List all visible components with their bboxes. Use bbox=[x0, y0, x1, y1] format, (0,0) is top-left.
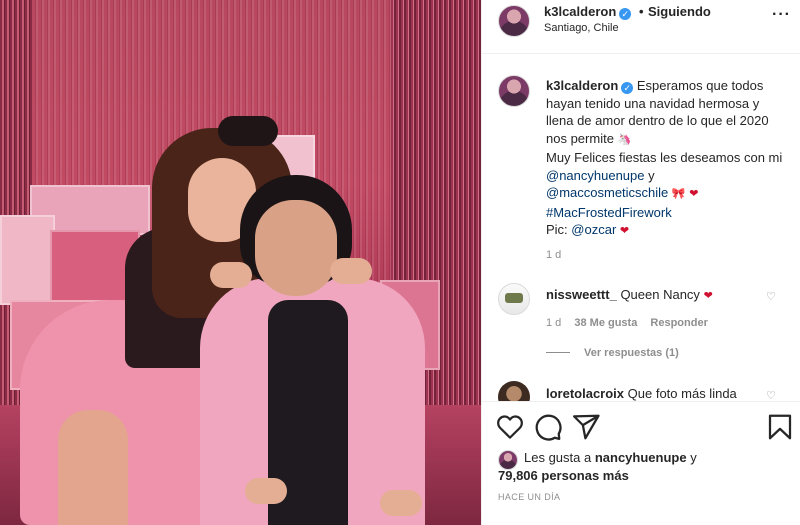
avatar[interactable] bbox=[498, 75, 530, 107]
share-icon[interactable] bbox=[571, 412, 601, 442]
comment-username[interactable]: loretolacroix bbox=[546, 386, 624, 401]
author-username[interactable]: k3lcalderon ✓ bbox=[544, 4, 632, 20]
avatar[interactable] bbox=[498, 283, 530, 315]
heart-emoji-icon: ❤ bbox=[703, 290, 713, 302]
post-date[interactable]: HACE UN DÍA bbox=[498, 492, 560, 502]
caption-username[interactable]: k3lcalderon bbox=[546, 78, 618, 93]
comments-section[interactable]: k3lcalderon ✓ Esperamos que todos hayan t… bbox=[482, 55, 800, 401]
comment-icon[interactable] bbox=[533, 412, 563, 442]
post-sidebar: k3lcalderon ✓ • Siguiendo Santiago, Chile… bbox=[481, 0, 800, 525]
comment-likes[interactable]: 38 Me gusta bbox=[574, 317, 637, 329]
avatar[interactable] bbox=[498, 381, 530, 401]
mention-link[interactable]: @maccosmeticschile bbox=[546, 185, 668, 200]
heart-icon[interactable]: ♡ bbox=[766, 389, 776, 401]
avatar[interactable] bbox=[498, 450, 518, 470]
verified-badge-icon: ✓ bbox=[621, 82, 634, 94]
location-link[interactable]: Santiago, Chile bbox=[544, 22, 619, 34]
caption-text: Muy Felices fiestas les deseamos con mi bbox=[546, 150, 783, 165]
hair-bow bbox=[218, 116, 278, 146]
ribbon-emoji-icon: 🎀 bbox=[671, 188, 686, 200]
action-bar: Les gusta a nancyhuenupe y 79,806 person… bbox=[482, 401, 800, 525]
caption-time[interactable]: 1 d bbox=[546, 249, 561, 261]
unicorn-emoji-icon: 🦄 bbox=[617, 133, 632, 146]
bookmark-icon[interactable] bbox=[765, 412, 795, 442]
more-options-icon[interactable]: ··· bbox=[772, 6, 791, 24]
liker-username[interactable]: nancyhuenupe bbox=[595, 450, 687, 465]
reply-button[interactable]: Responder bbox=[650, 317, 707, 329]
likes-summary: Les gusta a nancyhuenupe y bbox=[524, 450, 697, 465]
hand bbox=[330, 258, 372, 284]
mention-link[interactable]: @nancyhuenupe bbox=[546, 168, 645, 183]
comment-meta: 1 d 38 Me gusta Responder bbox=[546, 317, 718, 329]
comment: loretolacroix Que foto más linda bbox=[546, 386, 737, 401]
verified-badge-icon: ✓ bbox=[619, 8, 632, 20]
username-text[interactable]: k3lcalderon bbox=[544, 4, 616, 19]
heart-icon[interactable]: ♡ bbox=[766, 290, 776, 303]
heart-emoji-icon: ❤ bbox=[619, 225, 630, 237]
likes-count[interactable]: 79,806 personas más bbox=[498, 468, 629, 483]
comment-text: Queen Nancy bbox=[620, 287, 700, 302]
likes-conj: y bbox=[690, 450, 697, 465]
view-replies-button[interactable]: Ver respuestas (1) bbox=[546, 347, 679, 359]
likes-count-text[interactable]: 79,806 personas más bbox=[498, 468, 629, 483]
gift-box bbox=[0, 215, 55, 305]
comment-time[interactable]: 1 d bbox=[546, 317, 561, 329]
comment-text: Que foto más linda bbox=[627, 386, 737, 401]
heart-emoji-icon: ❤ bbox=[689, 188, 699, 200]
hashtag-link[interactable]: #MacFrostedFirework bbox=[546, 205, 672, 220]
separator: • bbox=[639, 4, 644, 19]
face bbox=[255, 200, 337, 296]
caption: k3lcalderon ✓ Esperamos que todos hayan t… bbox=[546, 77, 786, 241]
hand bbox=[245, 478, 287, 504]
hand bbox=[210, 262, 252, 288]
hand bbox=[380, 490, 422, 516]
comment-username[interactable]: nissweettt_ bbox=[546, 287, 617, 302]
comment: nissweettt_ Queen Nancy ❤ bbox=[546, 287, 713, 302]
leg bbox=[58, 410, 128, 525]
post-header: k3lcalderon ✓ • Siguiendo Santiago, Chile… bbox=[482, 0, 800, 54]
likes-prefix: Les gusta a bbox=[524, 450, 592, 465]
heart-icon[interactable] bbox=[495, 412, 525, 442]
pic-label: Pic: bbox=[546, 222, 568, 237]
conjunction: y bbox=[648, 167, 655, 183]
following-button[interactable]: Siguiendo bbox=[648, 4, 711, 19]
post-photo[interactable] bbox=[0, 0, 481, 525]
mention-link[interactable]: @ozcar bbox=[571, 222, 616, 237]
view-replies-label: Ver respuestas (1) bbox=[584, 347, 679, 359]
divider bbox=[546, 352, 570, 353]
avatar[interactable] bbox=[498, 5, 530, 37]
